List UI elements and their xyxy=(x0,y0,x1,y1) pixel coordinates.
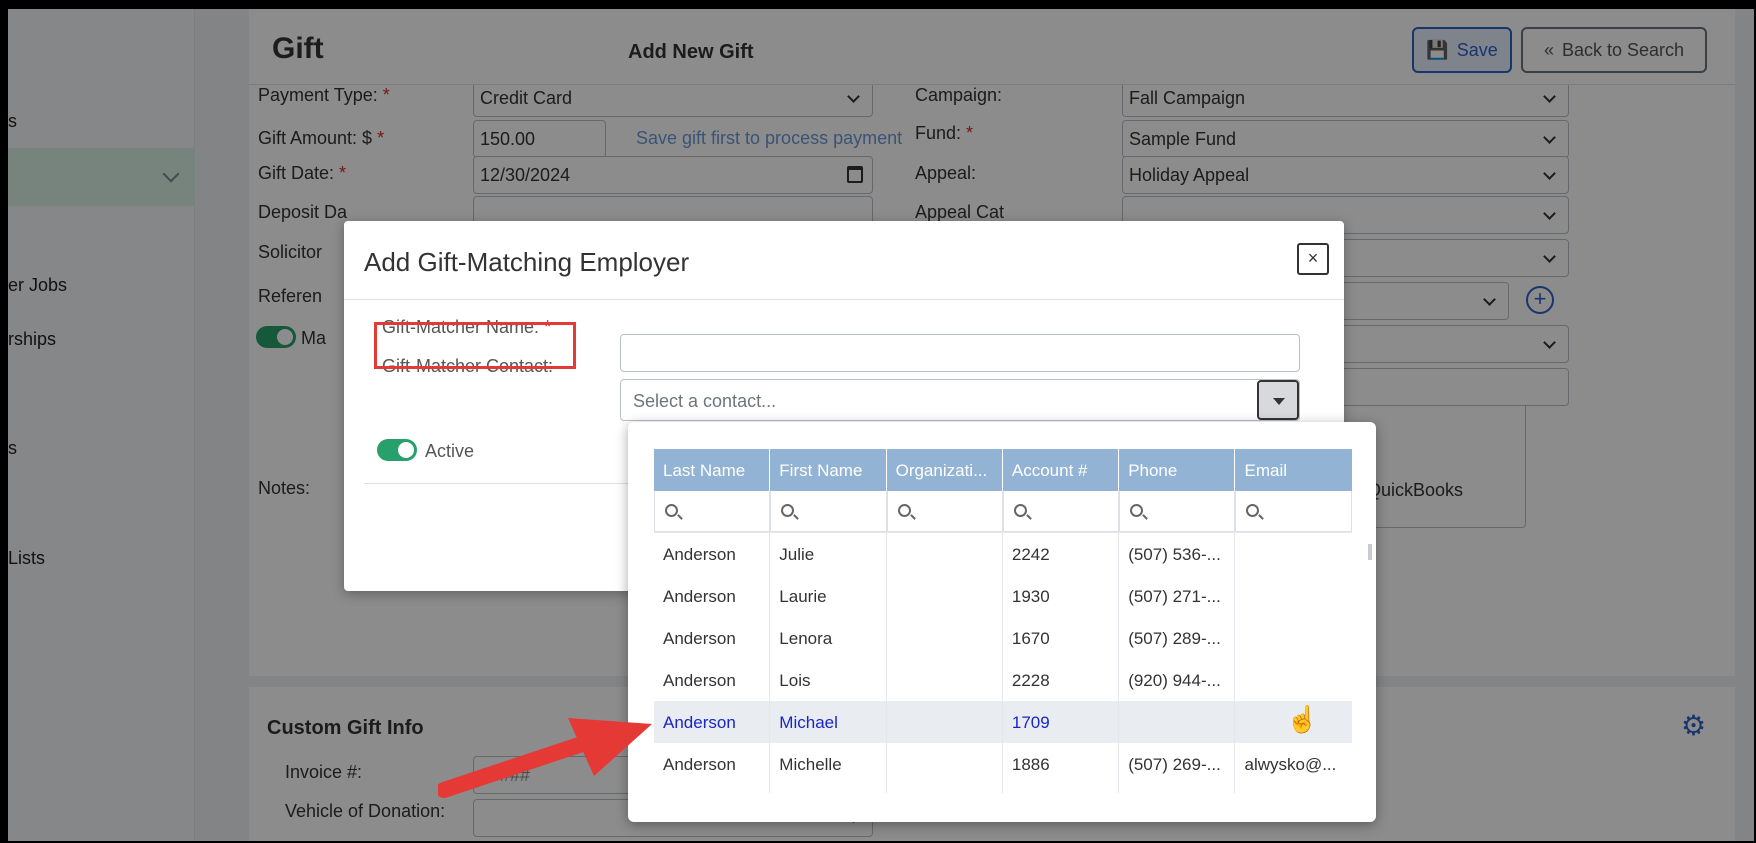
table-cell: Anderson xyxy=(654,659,771,701)
table-cell: Anderson xyxy=(654,533,771,575)
column-header[interactable]: Email xyxy=(1235,449,1351,491)
active-toggle[interactable] xyxy=(377,439,417,461)
column-header[interactable]: Account # xyxy=(1003,449,1120,491)
dropdown-toggle-button[interactable] xyxy=(1257,380,1299,420)
modal-divider xyxy=(364,483,664,484)
table-cell xyxy=(887,617,1003,659)
table-cell xyxy=(887,659,1003,701)
column-header[interactable]: Last Name xyxy=(654,449,771,491)
table-cell: Anderson xyxy=(654,701,771,743)
filter-input[interactable] xyxy=(1119,491,1236,532)
grid-header-row: Last Name First Name Organizati... Accou… xyxy=(654,449,1352,491)
grid-filter-row xyxy=(654,491,1352,533)
table-cell: 1709 xyxy=(1003,701,1120,743)
modal-divider xyxy=(344,299,1344,300)
table-row[interactable]: Anderson Michelle 1886 (507) 269-... alwysko… xyxy=(654,743,1352,785)
contact-placeholder: Select a contact... xyxy=(633,391,777,411)
table-cell xyxy=(1235,785,1351,793)
table-cell: 2242 xyxy=(1003,533,1120,575)
table-cell: Anderson xyxy=(654,617,771,659)
table-cell: Anderson xyxy=(654,743,771,785)
search-icon xyxy=(1013,504,1027,517)
contact-dropdown-grid: Last Name First Name Organizati... Accou… xyxy=(628,422,1376,822)
table-cell: alwysko@... xyxy=(1244,755,1337,774)
filter-input[interactable] xyxy=(770,491,887,532)
hand-cursor-icon: ☝ xyxy=(1286,704,1319,734)
table-cell: Anderson xyxy=(654,785,771,793)
table-cell xyxy=(887,785,1003,793)
contact-combobox[interactable]: Select a contact... xyxy=(620,379,1300,421)
grid-body: Anderson Julie 2242 (507) 536-... Anderson La… xyxy=(654,533,1352,793)
table-cell xyxy=(1235,617,1351,659)
contact-grid: Last Name First Name Organizati... Accou… xyxy=(654,449,1352,793)
table-cell: 1930 xyxy=(1003,575,1120,617)
table-cell: Michael xyxy=(770,701,887,743)
search-icon xyxy=(1246,504,1260,517)
column-header[interactable]: Phone xyxy=(1119,449,1236,491)
table-cell: (507) 536-... xyxy=(1119,533,1236,575)
filter-input[interactable] xyxy=(654,491,771,532)
table-cell xyxy=(1235,659,1351,701)
table-row[interactable]: Anderson Michael 1709 xyxy=(654,701,1352,743)
search-icon xyxy=(897,504,911,517)
app-window: s er Jobs rships s Lists Payment Type: *… xyxy=(8,9,1754,841)
table-cell xyxy=(887,743,1003,785)
search-icon xyxy=(781,504,795,517)
table-row[interactable]: AndersonMi... 1724 xyxy=(654,785,1352,793)
table-cell: Mi... xyxy=(770,785,887,793)
table-cell xyxy=(1119,701,1236,743)
table-cell xyxy=(887,575,1003,617)
table-row[interactable]: Anderson Lois 2228 (920) 944-... xyxy=(654,659,1352,701)
table-cell: Julie xyxy=(770,533,887,575)
table-cell: (507) 269-... xyxy=(1119,743,1236,785)
search-icon xyxy=(1130,504,1144,517)
table-cell: 1724 xyxy=(1003,785,1120,793)
table-cell: Lenora xyxy=(770,617,887,659)
modal-title: Add Gift-Matching Employer xyxy=(364,247,690,277)
table-cell: 1886 xyxy=(1003,743,1120,785)
column-header[interactable]: First Name xyxy=(770,449,887,491)
annotation-arrow xyxy=(438,718,652,798)
table-cell: 2228 xyxy=(1003,659,1120,701)
table-cell: Michelle xyxy=(770,743,887,785)
filter-input[interactable] xyxy=(1002,491,1120,532)
active-label: Active xyxy=(425,441,475,461)
table-cell: (507) 271-... xyxy=(1119,575,1236,617)
search-icon xyxy=(665,504,678,517)
table-cell xyxy=(1235,533,1351,575)
table-cell: (507) 289-... xyxy=(1119,617,1236,659)
table-row[interactable]: Anderson Lenora 1670 (507) 289-... xyxy=(654,617,1352,659)
close-button[interactable]: × xyxy=(1297,243,1329,275)
table-row[interactable]: Anderson Laurie 1930 (507) 271-... xyxy=(654,575,1352,617)
table-cell: Laurie xyxy=(770,575,887,617)
table-cell: 1670 xyxy=(1003,617,1120,659)
table-cell: Anderson xyxy=(654,575,771,617)
table-cell: (920) 944-... xyxy=(1119,659,1236,701)
gift-matcher-name-input[interactable] xyxy=(620,334,1300,372)
table-cell xyxy=(887,701,1003,743)
filter-input[interactable] xyxy=(1235,491,1352,532)
table-cell xyxy=(887,533,1003,575)
table-cell xyxy=(1119,785,1236,793)
table-row[interactable]: Anderson Julie 2242 (507) 536-... xyxy=(654,533,1352,575)
table-cell: Lois xyxy=(770,659,887,701)
table-cell xyxy=(1235,575,1351,617)
grid-scrollbar[interactable] xyxy=(1368,544,1372,560)
annotation-highlight-box xyxy=(374,322,576,369)
column-header[interactable]: Organizati... xyxy=(887,449,1003,491)
filter-input[interactable] xyxy=(886,491,1003,532)
